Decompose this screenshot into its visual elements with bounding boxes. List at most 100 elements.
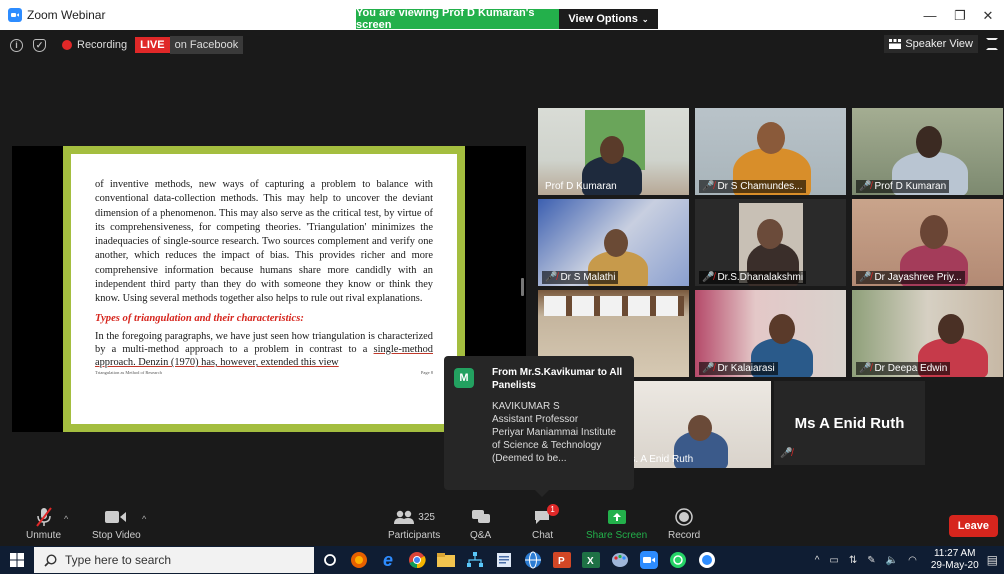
- tile-name: 🎤̸ Dr.S.Dhanalakshmi: [699, 271, 807, 284]
- mic-muted-icon: 🎤̸: [702, 272, 715, 283]
- chat-button[interactable]: 1 Chat: [532, 504, 559, 541]
- mic-muted-icon: 🎤̸: [859, 272, 872, 283]
- window-title: Zoom Webinar: [27, 8, 106, 22]
- title-bar: Zoom Webinar You are viewing Prof D Kuma…: [0, 0, 1004, 31]
- shield-icon[interactable]: ✓: [33, 38, 46, 52]
- edge-icon[interactable]: e: [375, 550, 401, 570]
- participants-button[interactable]: 325 Participants: [388, 506, 440, 541]
- chat-label: Chat: [532, 530, 554, 541]
- file-explorer-icon[interactable]: [433, 550, 459, 570]
- stop-video-label: Stop Video: [92, 530, 141, 541]
- pen-icon[interactable]: ✎: [867, 555, 875, 566]
- qa-button[interactable]: Q&A: [470, 506, 491, 541]
- participants-label: Participants: [388, 530, 441, 541]
- network-app-icon[interactable]: [462, 550, 488, 570]
- clock[interactable]: 11:27 AM 29-May-20: [931, 548, 979, 572]
- split-handle[interactable]: [521, 278, 524, 296]
- clock-date: 29-May-20: [930, 560, 979, 571]
- participant-name: Ms A Enid Ruth: [794, 414, 905, 432]
- leave-button[interactable]: Leave: [948, 515, 998, 537]
- record-label: Record: [668, 530, 701, 541]
- speaker-view-label: Speaker View: [905, 38, 973, 50]
- slide-heading: Types of triangulation and their charact…: [95, 312, 304, 324]
- fullscreen-icon[interactable]: [986, 38, 998, 50]
- minimize-button[interactable]: —: [920, 8, 940, 23]
- live-badge: LIVE: [135, 37, 170, 53]
- taskbar-search[interactable]: Type here to search: [34, 547, 314, 573]
- mic-muted-icon: 🎤̸: [545, 272, 558, 283]
- zoom-window: Zoom Webinar You are viewing Prof D Kuma…: [0, 0, 1004, 574]
- chat-sender: From Mr.S.Kavikumar to All Panelists: [492, 367, 623, 391]
- globe-app-icon[interactable]: [520, 550, 546, 570]
- search-icon: [44, 553, 57, 567]
- video-tile[interactable]: Prof D Kumaran: [538, 108, 689, 195]
- share-screen-icon: [607, 510, 626, 524]
- network-icon[interactable]: ⇅: [849, 555, 857, 566]
- firefox-icon[interactable]: [346, 550, 372, 570]
- powerpoint-icon[interactable]: P: [549, 550, 575, 570]
- zoom-logo-icon: [8, 8, 22, 22]
- video-tile[interactable]: 🎤̸ Dr Jayashree Priy...: [852, 199, 1003, 286]
- view-options-button[interactable]: View Options ⌄: [559, 9, 658, 29]
- share-screen-button[interactable]: Share Screen: [586, 506, 647, 541]
- qa-label: Q&A: [470, 530, 492, 541]
- video-tile[interactable]: Ms A Enid Ruth 🎤̸: [774, 381, 925, 465]
- record-icon: [675, 508, 693, 526]
- svg-text:P: P: [558, 556, 565, 567]
- close-button[interactable]: ✕: [978, 8, 998, 24]
- mic-muted-icon: 🎤̸: [702, 363, 715, 374]
- video-tile[interactable]: 🎤̸ Dr.S.Dhanalakshmi: [695, 199, 846, 286]
- start-button[interactable]: [0, 546, 34, 574]
- tile-name: 🎤̸ Dr Jayashree Priy...: [856, 271, 965, 284]
- system-tray: ^ ▭ ⇅ ✎ 🔈 ◠ 11:27 AM 29-May-20 ▤: [815, 546, 1004, 574]
- video-tile[interactable]: 🎤̸ Dr S Malathi: [538, 199, 689, 286]
- maximize-button[interactable]: ❐: [950, 8, 970, 24]
- app-circle-icon[interactable]: [694, 550, 720, 570]
- chrome-icon[interactable]: [404, 550, 430, 570]
- chevron-up-icon[interactable]: ^: [815, 555, 820, 566]
- volume-icon[interactable]: 🔈: [886, 555, 898, 566]
- recording-label: Recording: [77, 39, 128, 51]
- recording-icon: [62, 40, 72, 50]
- chevron-up-icon[interactable]: ^: [64, 514, 68, 524]
- slide-footer: Triangulation as Method of Research Page…: [95, 370, 433, 375]
- notification-icon[interactable]: ▤: [987, 553, 998, 567]
- slide-page: of inventive methods, new ways of captur…: [71, 154, 457, 424]
- video-tile[interactable]: 🎤̸ Dr S Chamundes...: [695, 108, 846, 195]
- avatar: M: [454, 368, 474, 388]
- battery-icon[interactable]: ▭: [829, 555, 838, 566]
- qa-icon: [471, 510, 490, 523]
- excel-icon[interactable]: X: [578, 550, 604, 570]
- video-tile[interactable]: 🎤̸ Dr Deepa Edwin: [852, 290, 1003, 377]
- video-tile[interactable]: 🎤̸ Prof D Kumaran: [852, 108, 1003, 195]
- clock-time: 11:27 AM: [933, 548, 976, 559]
- video-tile[interactable]: rs. A Enid Ruth: [620, 381, 771, 468]
- view-options-label: View Options: [568, 13, 638, 25]
- slide-paragraph: In the foregoing paragraphs, we have jus…: [95, 330, 433, 370]
- tile-name: 🎤̸ Dr Kalaiarasi: [699, 362, 778, 375]
- paint-icon[interactable]: [607, 550, 633, 570]
- slide-paragraph: of inventive methods, new ways of captur…: [95, 179, 433, 305]
- mic-muted-icon: 🎤̸: [780, 448, 793, 459]
- info-icon[interactable]: i: [10, 38, 23, 52]
- wifi-icon[interactable]: ◠: [908, 555, 917, 566]
- stop-video-button[interactable]: Stop Video: [92, 506, 141, 541]
- zoom-taskbar-icon[interactable]: [636, 550, 662, 570]
- tile-name: 🎤̸ Dr Deepa Edwin: [856, 362, 951, 375]
- notepad-icon[interactable]: [491, 550, 517, 570]
- chat-badge: 1: [546, 504, 559, 516]
- cortana-icon[interactable]: [317, 550, 343, 570]
- video-tile[interactable]: 🎤̸ Dr Kalaiarasi: [695, 290, 846, 377]
- chat-notification[interactable]: M From Mr.S.Kavikumar to All Panelists K…: [444, 356, 634, 497]
- slide-footer-title: Triangulation as Method of Research: [95, 370, 162, 376]
- unmute-button[interactable]: Unmute: [26, 506, 61, 541]
- meeting-info-bar: i ✓ Recording LIVE on Facebook: [0, 30, 1004, 60]
- record-button[interactable]: Record: [668, 506, 700, 541]
- mic-muted-icon: [35, 507, 52, 527]
- meeting-controls: Unmute ^ Stop Video ^ 325 Participants Q…: [0, 500, 1004, 546]
- speaker-view-button[interactable]: Speaker View: [884, 35, 978, 53]
- whatsapp-icon[interactable]: [665, 550, 691, 570]
- chevron-up-icon[interactable]: ^: [142, 514, 146, 524]
- slide: of inventive methods, new ways of captur…: [63, 146, 465, 432]
- mic-muted-icon: 🎤̸: [859, 181, 872, 192]
